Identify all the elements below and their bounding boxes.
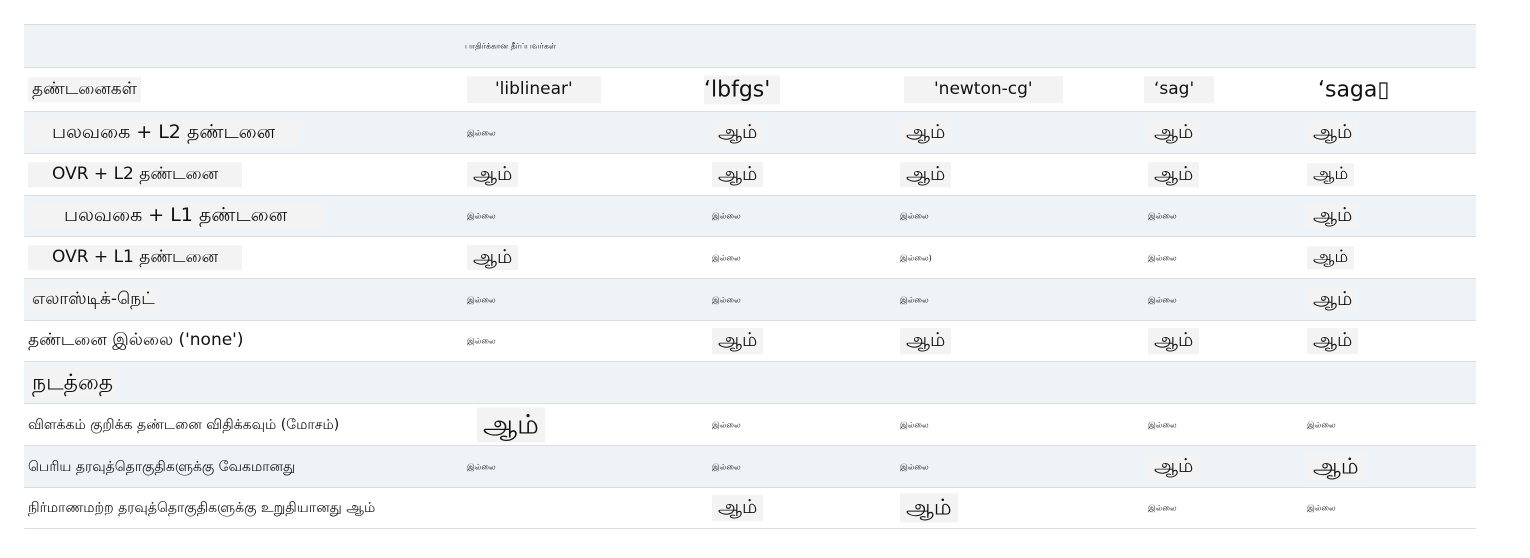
cell-liblinear: இல்லை [467, 461, 496, 471]
cell-sag: ஆம் [1148, 453, 1200, 480]
solver-header-newton-cg: 'newton-cg' [904, 75, 1063, 104]
table-header-row: தண்டனைகள் 'liblinear' ‘lbfgs' 'newton-cg… [24, 67, 1476, 111]
row-label: பெரிய தரவுத்தொகுதிகளுக்கு வேகமானது [28, 458, 296, 475]
cell-saga: ஆம் [1307, 203, 1359, 229]
cell-newton-cg: ஆம் [900, 119, 952, 146]
cell-liblinear: இல்லை [467, 127, 496, 137]
solver-header-lbfgs: ‘lbfgs' [704, 74, 781, 105]
cell-liblinear: இல்லை [467, 294, 496, 304]
solver-header-sag: ‘sag' [1144, 75, 1215, 104]
solvers-super-header: பாதிர்க்கான தீர்ப்பவர்கள் [465, 41, 557, 51]
cell-sag: ஆம் [1148, 119, 1200, 146]
table-row: OVR + L2 தண்டனை ஆம் ஆம் ஆம் ஆம் ஆம் [24, 153, 1476, 195]
solver-header-saga: ‘saga▯ [1314, 74, 1420, 105]
cell-liblinear: ஆம் [477, 406, 545, 443]
cell-lbfgs: ஆம் [712, 495, 764, 521]
cell-lbfgs: இல்லை [712, 461, 741, 471]
cell-sag: இல்லை [1148, 503, 1177, 513]
row-label: OVR + L1 தண்டனை [28, 244, 243, 271]
row-label: OVR + L2 தண்டனை [28, 161, 243, 188]
row-label: பலவகை + L1 தண்டனை [28, 202, 324, 230]
cell-lbfgs: இல்லை [712, 211, 741, 221]
cell-sag: ஆம் [1148, 161, 1200, 188]
cell-lbfgs: ஆம் [712, 328, 764, 354]
cell-saga: ஆம் [1307, 245, 1355, 270]
row-label: எலாஸ்டிக்-நெட் [28, 286, 159, 313]
table-super-header-row: பாதிர்க்கான தீர்ப்பவர்கள் [24, 24, 1476, 67]
cell-lbfgs: ஆம் [712, 161, 764, 188]
solver-header-liblinear: 'liblinear' [467, 75, 601, 104]
table-row: பலவகை + L1 தண்டனை இல்லை இல்லை இல்லை இல்லை ஆம் [24, 195, 1476, 236]
cell-newton-cg: இல்லை [900, 294, 929, 304]
cell-liblinear: இல்லை [467, 336, 496, 346]
cell-newton-cg: இல்லை [900, 461, 929, 471]
cell-newton-cg: இல்லை [900, 211, 929, 221]
cell-saga: இல்லை [1307, 503, 1336, 513]
table-row: நிர்மாணமற்ற தரவுத்தொகுதிகளுக்கு உறுதியான… [24, 487, 1476, 529]
cell-sag: இல்லை [1148, 419, 1177, 429]
table-row: எலாஸ்டிக்-நெட் இல்லை இல்லை இல்லை இல்லை ஆம் [24, 278, 1476, 320]
row-label: தண்டனை இல்லை ('none') [28, 330, 244, 351]
cell-saga: ஆம் [1307, 328, 1359, 354]
cell-saga: ஆம் [1307, 451, 1365, 482]
table-row: தண்டனை இல்லை ('none') இல்லை ஆம் ஆம் ஆம் ஆம் [24, 320, 1476, 361]
cell-sag: இல்லை [1148, 294, 1177, 304]
cell-sag: இல்லை [1148, 252, 1177, 262]
cell-saga: இல்லை [1307, 419, 1336, 429]
cell-newton-cg: ஆம் [900, 493, 958, 523]
cell-saga: ஆம் [1307, 162, 1355, 187]
cell-lbfgs: இல்லை [712, 419, 741, 429]
table-row: விளக்கம் குறிக்க தண்டனை விதிக்கவும் (மோச… [24, 403, 1476, 445]
cell-newton-cg: ஆம் [900, 161, 952, 188]
penalties-header: தண்டனைகள் [28, 76, 142, 103]
cell-lbfgs: இல்லை [712, 294, 741, 304]
row-label: நடத்தை [28, 366, 118, 399]
table-row: பலவகை + L2 தண்டனை இல்லை ஆம் ஆம் ஆம் ஆம் [24, 111, 1476, 153]
table-row: நடத்தை [24, 361, 1476, 403]
cell-liblinear: ஆம் [467, 244, 519, 271]
table-row: OVR + L1 தண்டனை ஆம் இல்லை இல்லை) இல்லை ஆம் [24, 236, 1476, 278]
cell-saga: ஆம் [1307, 286, 1359, 313]
row-label: நிர்மாணமற்ற தரவுத்தொகுதிகளுக்கு உறுதியான… [28, 499, 376, 516]
cell-liblinear: இல்லை [467, 211, 496, 221]
table-row: பெரிய தரவுத்தொகுதிகளுக்கு வேகமானது இல்லை இ… [24, 445, 1476, 487]
cell-liblinear: ஆம் [467, 161, 519, 188]
cell-newton-cg: ஆம் [900, 328, 952, 354]
cell-lbfgs: ஆம் [712, 119, 764, 146]
row-label: விளக்கம் குறிக்க தண்டனை விதிக்கவும் (மோச… [28, 416, 340, 433]
cell-sag: ஆம் [1148, 328, 1200, 354]
row-label: பலவகை + L2 தண்டனை [28, 118, 300, 147]
cell-saga: ஆம் [1307, 119, 1359, 146]
cell-sag: இல்லை [1148, 211, 1177, 221]
cell-newton-cg: இல்லை [900, 419, 929, 429]
cell-lbfgs: இல்லை [712, 252, 741, 262]
cell-newton-cg: இல்லை) [900, 252, 932, 262]
